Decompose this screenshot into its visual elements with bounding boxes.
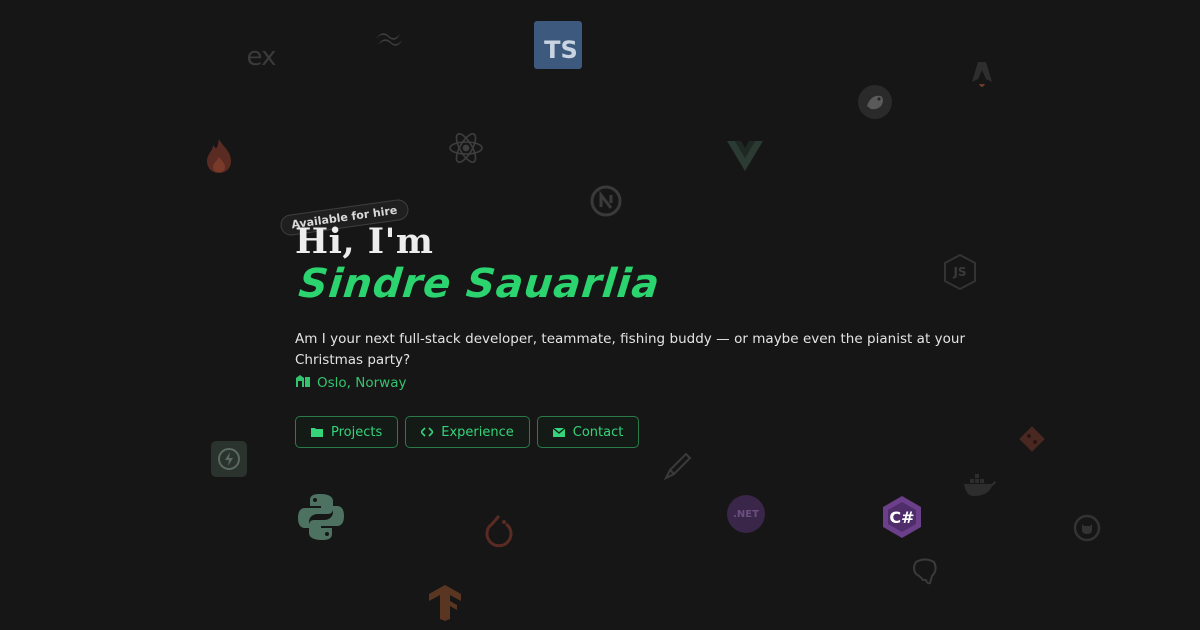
postgresql-icon	[910, 556, 940, 586]
intro-text: Am I your next full-stack developer, tea…	[295, 331, 965, 368]
code-icon	[421, 427, 434, 437]
projects-button[interactable]: Projects	[295, 416, 399, 448]
mongoose-icon	[857, 84, 893, 120]
contact-button-label: Contact	[572, 424, 624, 440]
vue-icon	[726, 140, 764, 172]
mail-icon	[552, 427, 565, 437]
tensorflow-icon	[426, 583, 464, 621]
astro-icon	[970, 60, 994, 92]
nodejs-icon: JS	[942, 253, 978, 291]
building-icon	[295, 374, 311, 391]
nextjs-icon	[590, 185, 622, 217]
folder-icon	[311, 427, 323, 437]
projects-button-label: Projects	[331, 424, 383, 440]
docker-icon	[962, 472, 996, 498]
github-icon	[1073, 514, 1101, 542]
location: Oslo, Norway	[295, 374, 406, 391]
git-icon	[1018, 425, 1046, 453]
greeting-heading: Hi, I'm	[295, 221, 434, 262]
name-heading: Sindre Sauarlia	[296, 261, 663, 307]
contact-button[interactable]: Contact	[536, 416, 640, 448]
express-icon: ex	[246, 42, 277, 72]
react-icon	[448, 130, 484, 166]
typescript-icon: TS	[534, 21, 582, 69]
experience-button-label: Experience	[441, 424, 514, 440]
tailwind-icon	[374, 30, 404, 48]
pytorch-icon	[482, 512, 516, 550]
python-icon	[296, 492, 346, 542]
location-label: Oslo, Norway	[317, 374, 407, 391]
supabase-icon	[211, 441, 247, 477]
dotnet-icon: .NET	[727, 495, 765, 533]
csharp-icon: C#	[880, 494, 924, 540]
firebase-icon	[203, 137, 235, 175]
nav-buttons: Projects Experience Contact	[295, 416, 640, 448]
experience-button[interactable]: Experience	[405, 416, 530, 448]
pen-icon	[662, 450, 694, 482]
